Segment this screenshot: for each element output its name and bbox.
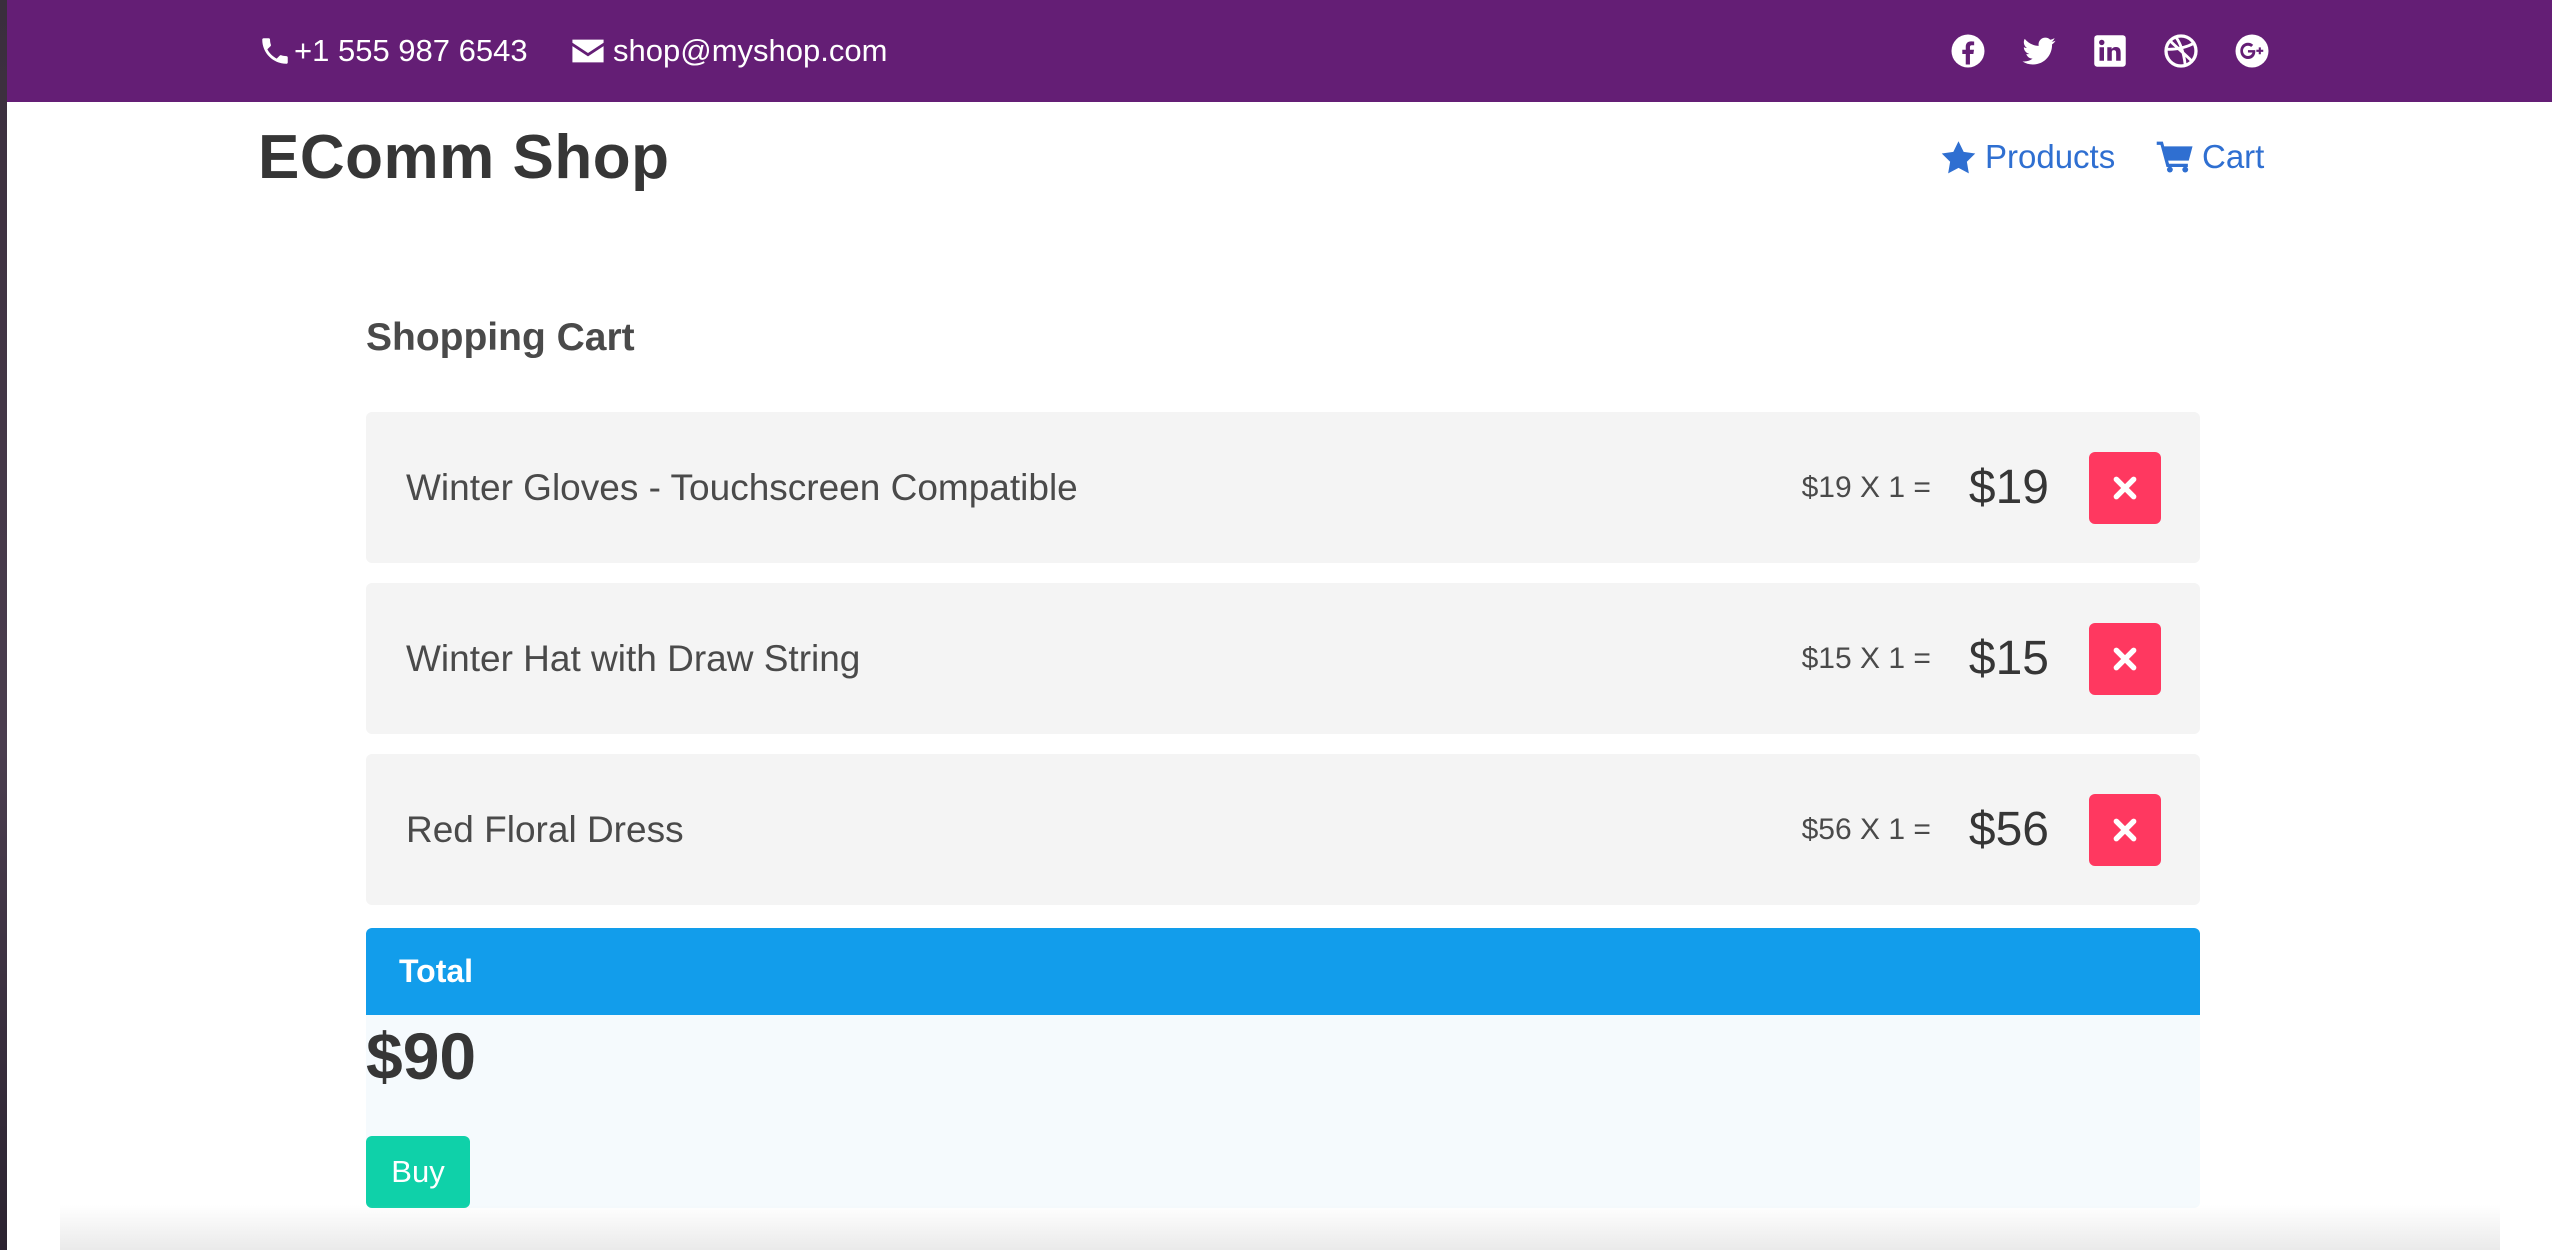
item-subtotal: $56 — [1968, 803, 2049, 856]
envelope-icon — [572, 39, 604, 63]
social-links — [1950, 0, 2270, 102]
close-icon — [2113, 818, 2137, 841]
contact-email[interactable]: shop@myshop.com — [571, 0, 887, 102]
google-plus-link[interactable] — [2234, 33, 2270, 69]
item-name: Winter Gloves - Touchscreen Compatible — [406, 466, 1078, 508]
close-icon — [2113, 476, 2137, 499]
remove-item-button[interactable] — [2089, 451, 2161, 524]
item-pricing: $19 X 1 = $19 — [1802, 412, 2161, 563]
item-name: Red Floral Dress — [406, 808, 684, 850]
email-address: shop@myshop.com — [613, 33, 888, 68]
facebook-icon — [1951, 34, 1985, 68]
contact-phone[interactable]: +1 555 987 6543 — [258, 0, 528, 102]
cart-items-list: Winter Gloves - Touchscreen Compatible $… — [366, 412, 2200, 925]
close-icon — [2113, 647, 2137, 670]
item-price-calculation: $19 X 1 = — [1801, 470, 1931, 504]
facebook-link[interactable] — [1950, 33, 1986, 69]
total-amount: $90 — [366, 1019, 477, 1093]
item-subtotal: $19 — [1968, 461, 2049, 514]
dribbble-link[interactable] — [2163, 33, 2199, 69]
nav-products-link[interactable]: Products — [1940, 138, 2115, 176]
google-plus-icon — [2235, 34, 2269, 68]
page-bottom-shadow — [60, 1205, 2500, 1250]
item-price-calculation: $56 X 1 = — [1801, 812, 1931, 846]
top-bar: +1 555 987 6543 shop@myshop.com — [7, 0, 2552, 102]
cart-title: Shopping Cart — [366, 316, 635, 359]
linkedin-icon — [2094, 35, 2126, 67]
cart-item: Red Floral Dress $56 X 1 = $56 — [366, 754, 2200, 905]
nav-products-label: Products — [1985, 138, 2116, 175]
nav-cart-label: Cart — [2202, 138, 2265, 175]
item-subtotal: $15 — [1968, 632, 2049, 685]
phone-icon — [262, 38, 288, 64]
total-header: Total — [366, 928, 2200, 1015]
cart-item: Winter Gloves - Touchscreen Compatible $… — [366, 412, 2200, 563]
shopping-cart-icon — [2156, 141, 2193, 173]
window-edge — [0, 0, 7, 1250]
total-panel: Total $90 Buy — [366, 928, 2200, 1208]
phone-number: +1 555 987 6543 — [294, 33, 528, 68]
item-pricing: $15 X 1 = $15 — [1802, 583, 2161, 734]
star-icon — [1941, 140, 1976, 173]
item-name: Winter Hat with Draw String — [406, 637, 861, 679]
remove-item-button[interactable] — [2089, 622, 2161, 695]
nav-cart-link[interactable]: Cart — [2156, 138, 2264, 176]
buy-button[interactable]: Buy — [366, 1136, 470, 1208]
brand-title[interactable]: EComm Shop — [258, 122, 669, 193]
linkedin-link[interactable] — [2092, 33, 2128, 69]
twitter-icon — [2022, 37, 2056, 65]
cart-item: Winter Hat with Draw String $15 X 1 = $1… — [366, 583, 2200, 734]
item-price-calculation: $15 X 1 = — [1801, 641, 1931, 675]
dribbble-icon — [2164, 34, 2198, 68]
item-pricing: $56 X 1 = $56 — [1802, 754, 2161, 905]
twitter-link[interactable] — [2021, 33, 2057, 69]
remove-item-button[interactable] — [2089, 793, 2161, 866]
